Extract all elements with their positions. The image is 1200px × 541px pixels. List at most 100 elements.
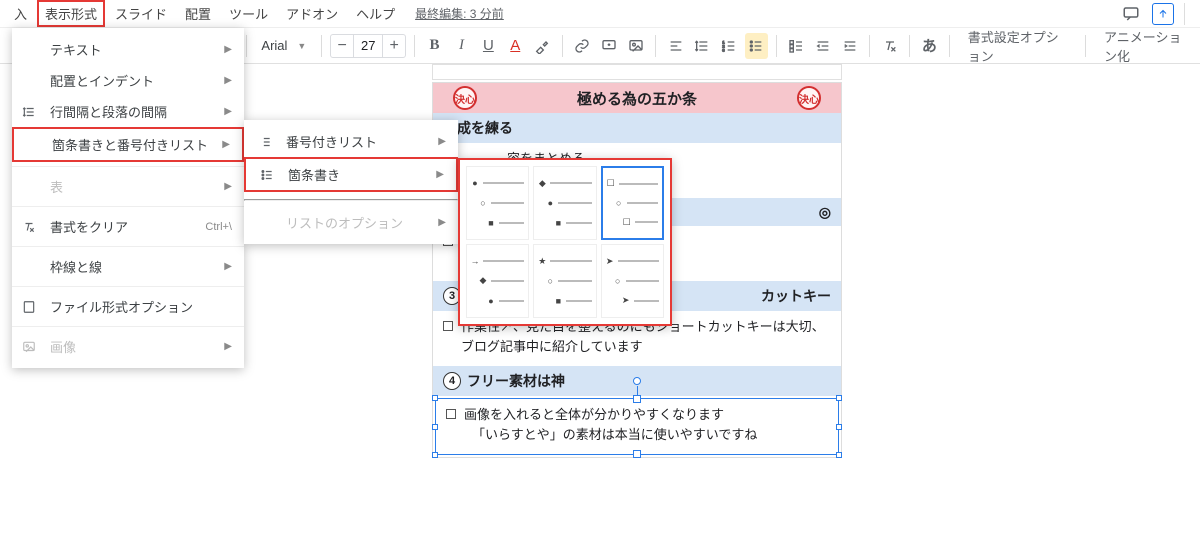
section-4-line2: 「いらすとや」の素材は本当に使いやすいですね: [472, 425, 757, 445]
format-line-spacing[interactable]: 行間隔と段落の間隔 ▶: [12, 96, 244, 127]
section-4-body-selected[interactable]: 画像を入れると全体が分かりやすくなります 「いらすとや」の素材は本当に使いやすい…: [435, 398, 839, 455]
resize-handle[interactable]: [432, 424, 438, 430]
slide-title-bar: 決心 極める為の五か条 決心: [433, 83, 841, 113]
italic-button[interactable]: I: [450, 33, 473, 59]
bullet-style-2[interactable]: ◆ ● ■: [533, 166, 596, 240]
checkbox-icon: [443, 321, 453, 331]
checkbox-icon: [446, 409, 456, 419]
format-image-label: 画像: [50, 337, 76, 356]
format-options-button[interactable]: 書式設定オプション: [968, 27, 1067, 65]
chevron-right-icon: ▶: [224, 181, 232, 192]
format-file-options[interactable]: ファイル形式オプション: [12, 291, 244, 322]
page-setup-icon: [22, 300, 40, 314]
clear-formatting-button[interactable]: [878, 33, 901, 59]
underline-button[interactable]: U: [477, 33, 500, 59]
menu-format[interactable]: 表示形式: [37, 0, 105, 27]
submenu-bulleted[interactable]: 箇条書き ▶: [244, 157, 458, 192]
input-tools-button[interactable]: あ: [918, 33, 941, 59]
bullet-style-4[interactable]: → ◆ ●: [466, 244, 529, 318]
chevron-right-icon: ▶: [224, 261, 232, 272]
font-size-increase[interactable]: +: [383, 37, 405, 55]
menu-insert-partial[interactable]: 入: [6, 0, 35, 27]
toolbar-right: 書式設定オプション アニメーション化: [945, 27, 1192, 65]
menu-slide[interactable]: スライド: [107, 0, 175, 27]
chevron-right-icon: ▶: [224, 75, 232, 86]
bold-button[interactable]: B: [423, 33, 446, 59]
svg-text:3: 3: [723, 47, 726, 52]
resize-handle[interactable]: [836, 452, 842, 458]
clear-formatting-icon: [22, 220, 40, 234]
insert-comment-button[interactable]: [597, 33, 620, 59]
font-size-decrease[interactable]: −: [331, 37, 353, 55]
format-clear[interactable]: 書式をクリア Ctrl+\: [12, 211, 244, 242]
bulleted-list-button[interactable]: [745, 33, 768, 59]
last-edit-link[interactable]: 最終編集: 3 分前: [415, 5, 504, 22]
format-file-options-label: ファイル形式オプション: [50, 297, 193, 316]
font-size-stepper[interactable]: − 27 +: [330, 34, 406, 58]
section-4-line1: 画像を入れると全体が分かりやすくなります: [464, 405, 724, 425]
chevron-right-icon: ▶: [436, 169, 444, 180]
bullet-style-5[interactable]: ★ ○ ■: [533, 244, 596, 318]
section-2-title: ◎: [819, 204, 831, 221]
present-icon[interactable]: [1152, 3, 1174, 25]
format-clear-shortcut: Ctrl+\: [205, 221, 232, 233]
bullets-numbering-submenu: 番号付きリスト ▶ 箇条書き ▶ リストのオプション ▶: [244, 120, 458, 244]
bullet-style-1[interactable]: ● ○ ■: [466, 166, 529, 240]
checklist-button[interactable]: [785, 33, 808, 59]
image-icon: [22, 340, 40, 354]
stamp-icon: 決心: [453, 86, 477, 110]
line-spacing-button[interactable]: [691, 33, 714, 59]
format-text-label: テキスト: [50, 40, 102, 59]
numbered-list-button[interactable]: 123: [718, 33, 741, 59]
menu-addons[interactable]: アドオン: [278, 0, 346, 27]
submenu-bulleted-label: 箇条書き: [288, 165, 340, 184]
submenu-numbered-label: 番号付きリスト: [286, 132, 377, 151]
format-menu-dropdown: テキスト ▶ 配置とインデント ▶ 行間隔と段落の間隔 ▶ 箇条書きと番号付きリ…: [12, 28, 244, 368]
format-bullets-numbering-label: 箇条書きと番号付きリスト: [52, 135, 208, 154]
increase-indent-button[interactable]: [838, 33, 861, 59]
resize-handle[interactable]: [432, 452, 438, 458]
bullet-style-3[interactable]: ☐ ○ ☐: [601, 166, 664, 240]
submenu-numbered[interactable]: 番号付きリスト ▶: [244, 126, 458, 157]
resize-handle[interactable]: [432, 395, 438, 401]
chevron-right-icon: ▶: [224, 106, 232, 117]
text-color-button[interactable]: A: [504, 33, 527, 59]
menubar: 入 表示形式 スライド 配置 ツール アドオン ヘルプ 最終編集: 3 分前: [0, 0, 1200, 28]
font-family-select[interactable]: Arial ▼: [254, 35, 313, 56]
chevron-right-icon: ▶: [224, 341, 232, 352]
format-table-label: 表: [50, 177, 63, 196]
chevron-right-icon: ▶: [224, 44, 232, 55]
format-line-spacing-label: 行間隔と段落の間隔: [50, 102, 167, 121]
resize-handle[interactable]: [836, 395, 842, 401]
insert-image-button[interactable]: [624, 33, 647, 59]
rotate-handle[interactable]: [633, 377, 641, 385]
resize-handle[interactable]: [836, 424, 842, 430]
menu-tools[interactable]: ツール: [221, 0, 276, 27]
highlight-color-button[interactable]: [531, 33, 554, 59]
slide-title: 極める為の五か条: [577, 88, 697, 109]
format-table: 表 ▶: [12, 171, 244, 202]
stamp-icon: 決心: [797, 86, 821, 110]
chevron-right-icon: ▶: [438, 217, 446, 228]
format-align-indent[interactable]: 配置とインデント ▶: [12, 65, 244, 96]
format-text[interactable]: テキスト ▶: [12, 34, 244, 65]
decrease-indent-button[interactable]: [812, 33, 835, 59]
bullet-style-6[interactable]: ➤ ○ ➤: [601, 244, 664, 318]
format-align-indent-label: 配置とインデント: [50, 71, 154, 90]
submenu-list-options: リストのオプション ▶: [244, 207, 458, 238]
insert-link-button[interactable]: [571, 33, 594, 59]
chevron-right-icon: ▶: [438, 136, 446, 147]
header-icons: [1120, 0, 1194, 28]
format-bullets-numbering[interactable]: 箇条書きと番号付きリスト ▶: [12, 127, 244, 162]
section-4-title: フリー素材は神: [467, 371, 565, 391]
overflow-icon[interactable]: [1184, 3, 1194, 25]
animate-button[interactable]: アニメーション化: [1104, 27, 1192, 65]
font-family-value: Arial: [261, 38, 287, 53]
font-size-value[interactable]: 27: [353, 35, 383, 57]
horizontal-ruler[interactable]: [432, 64, 842, 80]
menu-help[interactable]: ヘルプ: [348, 0, 403, 27]
comment-history-icon[interactable]: [1120, 3, 1142, 25]
format-borders-lines[interactable]: 枠線と線 ▶: [12, 251, 244, 282]
align-button[interactable]: [664, 33, 687, 59]
menu-arrange[interactable]: 配置: [177, 0, 219, 27]
